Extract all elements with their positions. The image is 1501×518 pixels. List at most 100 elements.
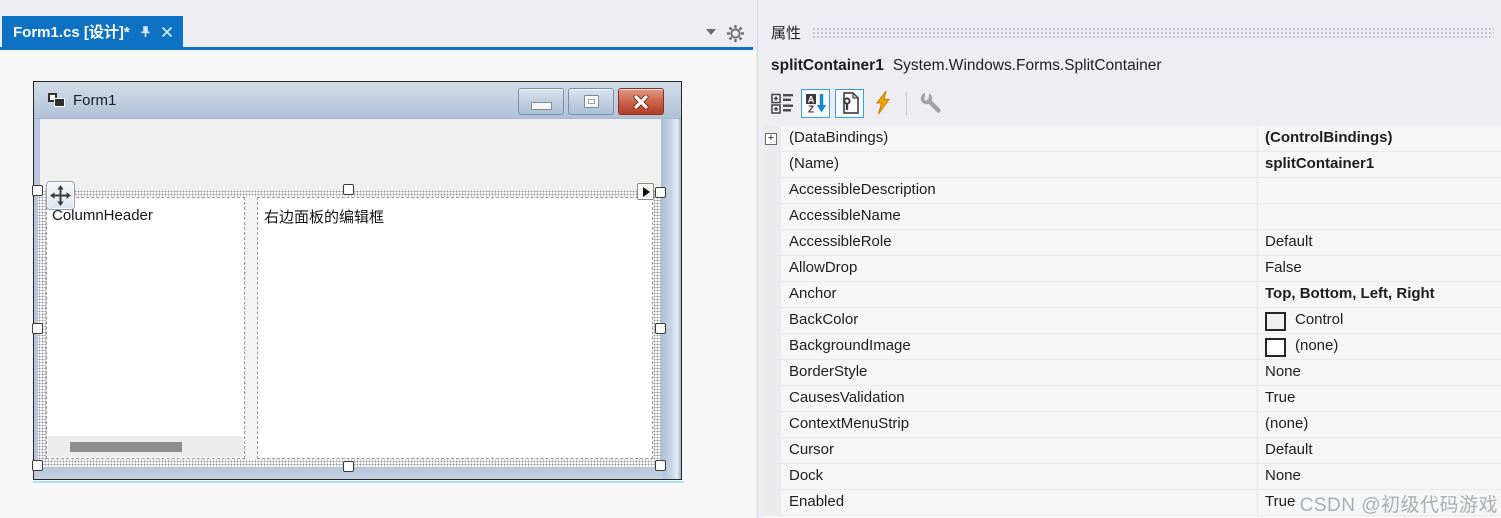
property-row[interactable]: Anchor Top, Bottom, Left, Right [763, 282, 1501, 308]
property-value[interactable]: Default [1258, 230, 1501, 255]
gear-icon[interactable] [726, 24, 745, 43]
property-value[interactable]: None [1258, 360, 1501, 385]
svg-text:A: A [807, 94, 814, 104]
property-value[interactable]: splitContainer1 [1258, 152, 1501, 177]
property-row[interactable]: ContextMenuStrip (none) [763, 412, 1501, 438]
split-container-selection[interactable]: ColumnHeader 右边面板的编辑框 [38, 190, 661, 467]
split-panel2-textbox[interactable]: 右边面板的编辑框 [257, 197, 653, 459]
selection-handle-middle-left[interactable] [32, 323, 43, 334]
property-row[interactable]: BackColor Control [763, 308, 1501, 334]
scrollbar-thumb[interactable] [70, 442, 182, 452]
form-title: Form1 [73, 92, 116, 109]
property-value[interactable]: Default [1258, 438, 1501, 463]
property-name[interactable]: CausesValidation [781, 386, 1258, 411]
splitter-bar[interactable] [246, 197, 257, 459]
selection-handle-bottom-middle[interactable] [343, 461, 354, 472]
property-value[interactable] [1258, 178, 1501, 203]
property-value[interactable]: None [1258, 464, 1501, 489]
selection-handle-bottom-left[interactable] [32, 460, 43, 471]
listview-horizontal-scrollbar[interactable] [48, 436, 243, 457]
property-name[interactable]: Anchor [781, 282, 1258, 307]
panel-drag-texture[interactable] [812, 27, 1494, 40]
smart-tag-button[interactable] [637, 183, 654, 200]
close-icon[interactable] [161, 26, 173, 38]
vs-designer-window: Form1.cs [设计]* [0, 0, 1501, 518]
property-value[interactable]: (none) [1258, 412, 1501, 437]
property-name[interactable]: ContextMenuStrip [781, 412, 1258, 437]
property-name[interactable]: Cursor [781, 438, 1258, 463]
property-row[interactable]: Dock None [763, 464, 1501, 490]
property-row[interactable]: AccessibleName [763, 204, 1501, 230]
selection-handle-bottom-right[interactable] [655, 460, 666, 471]
property-name[interactable]: AccessibleRole [781, 230, 1258, 255]
pane-divider[interactable] [757, 0, 758, 518]
property-row[interactable]: Cursor Default [763, 438, 1501, 464]
property-name[interactable]: AccessibleName [781, 204, 1258, 229]
alphabetical-sort-icon[interactable]: A Z [801, 89, 830, 118]
selection-handle-top-middle[interactable] [343, 184, 354, 195]
watermark: CSDN @初级代码游戏 [1300, 490, 1498, 517]
row-gutter [763, 308, 781, 333]
object-selector[interactable]: splitContainer1System.Windows.Forms.Spli… [771, 57, 1162, 75]
move-handle-button[interactable] [46, 181, 75, 210]
property-name[interactable]: BackColor [781, 308, 1258, 333]
selection-handle-top-left[interactable] [32, 185, 43, 196]
selection-handle-top-right[interactable] [655, 187, 666, 198]
property-value[interactable]: (none) [1258, 334, 1501, 359]
properties-panel: 属性 splitContainer1System.Windows.Forms.S… [763, 0, 1501, 518]
property-name[interactable]: AccessibleDescription [781, 178, 1258, 203]
property-value[interactable]: Top, Bottom, Left, Right [1258, 282, 1501, 307]
form-titlebar[interactable]: Form1 [34, 82, 681, 119]
pin-icon[interactable] [139, 25, 152, 38]
property-value[interactable]: True [1258, 386, 1501, 411]
row-gutter [763, 386, 781, 411]
expand-icon[interactable]: + [765, 133, 777, 145]
svg-text:Z: Z [807, 104, 813, 113]
chevron-down-icon[interactable] [705, 28, 717, 36]
selection-handle-middle-right[interactable] [655, 323, 666, 334]
tab-form1-design[interactable]: Form1.cs [设计]* [2, 16, 183, 47]
property-row[interactable]: AccessibleRole Default [763, 230, 1501, 256]
property-row[interactable]: BackgroundImage (none) [763, 334, 1501, 360]
property-value[interactable]: (ControlBindings) [1258, 126, 1501, 151]
property-row[interactable]: AccessibleDescription [763, 178, 1501, 204]
property-value[interactable] [1258, 204, 1501, 229]
property-row[interactable]: (Name) splitContainer1 [763, 152, 1501, 178]
row-gutter [763, 204, 781, 229]
categorized-icon[interactable] [769, 89, 796, 118]
toolbar-separator [906, 92, 907, 115]
tab-label: Form1.cs [设计]* [13, 21, 130, 42]
form-close-button[interactable] [618, 88, 664, 115]
property-name[interactable]: BackgroundImage [781, 334, 1258, 359]
property-row[interactable]: BorderStyle None [763, 360, 1501, 386]
row-gutter [763, 178, 781, 203]
row-gutter [763, 230, 781, 255]
form-maximize-button[interactable] [568, 88, 614, 115]
textbox-text[interactable]: 右边面板的编辑框 [258, 198, 652, 227]
property-pages-wrench-icon[interactable] [917, 89, 944, 118]
properties-panel-title: 属性 [771, 22, 801, 43]
property-row[interactable]: CausesValidation True [763, 386, 1501, 412]
property-name[interactable]: BorderStyle [781, 360, 1258, 385]
events-lightning-icon[interactable] [869, 89, 896, 118]
property-name[interactable]: (Name) [781, 152, 1258, 177]
property-value[interactable]: False [1258, 256, 1501, 281]
property-value[interactable]: Control [1258, 308, 1501, 333]
split-panel1-listview[interactable]: ColumnHeader [46, 197, 245, 459]
property-name[interactable]: AllowDrop [781, 256, 1258, 281]
color-swatch [1265, 312, 1286, 331]
selected-object-type: System.Windows.Forms.SplitContainer [893, 57, 1162, 74]
properties-page-icon[interactable] [835, 89, 864, 118]
row-gutter [763, 152, 781, 177]
designer-pane: Form1.cs [设计]* [0, 0, 757, 518]
property-row[interactable]: (DataBindings) (ControlBindings) + [763, 126, 1501, 152]
form-minimize-button[interactable] [518, 88, 564, 115]
property-name[interactable]: Enabled [781, 490, 1258, 515]
listview-column-header[interactable]: ColumnHeader [47, 198, 244, 224]
row-gutter [763, 256, 781, 281]
property-name[interactable]: (DataBindings) [781, 126, 1258, 151]
form-icon [48, 93, 65, 108]
property-name[interactable]: Dock [781, 464, 1258, 489]
property-row[interactable]: AllowDrop False [763, 256, 1501, 282]
row-gutter [763, 282, 781, 307]
